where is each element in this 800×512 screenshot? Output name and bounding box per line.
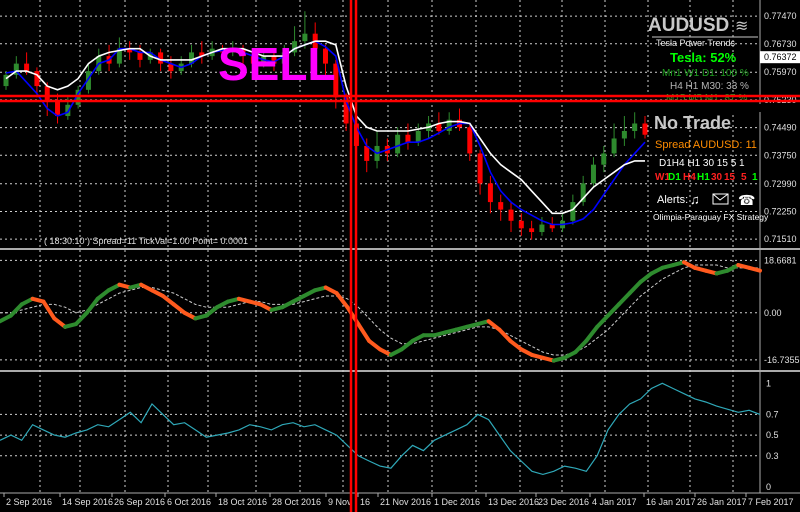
x-tick-label: 1 Dec 2016	[434, 497, 480, 507]
x-tick-label: 9 Nov	[328, 497, 352, 507]
x-tick-label: 28 Oct 2016	[272, 497, 321, 507]
y-tick-label: 0.7	[766, 409, 779, 419]
waves-icon: ≋	[735, 18, 748, 35]
x-tick-label: 26 Sep 2016	[114, 497, 165, 507]
candle-body	[395, 134, 401, 154]
y-tick-label: 0.72990	[764, 179, 797, 189]
candle-body	[405, 134, 411, 143]
candle-body	[590, 164, 596, 184]
symbol-title: AUDUSD	[648, 15, 729, 36]
y-tick-label: 0.77470	[764, 11, 797, 21]
candle-body	[24, 63, 30, 72]
candle-body	[518, 220, 524, 229]
y-tick-label: 0.75970	[764, 67, 797, 77]
tf-line-2: H4 H1 M30: 33 %	[670, 81, 749, 92]
tf-row-1: D1H4 H1 30 15 5 1	[659, 158, 745, 169]
x-tick-label: 4 Jan 2017	[592, 497, 637, 507]
y-tick-label: 0.74490	[764, 123, 797, 133]
y-tick-label: 0.76730	[764, 39, 797, 49]
phone-icon: ☎	[738, 192, 755, 208]
x-tick-label: 21 Nov 2016	[380, 497, 431, 507]
no-trade-label: No Trade	[654, 113, 731, 133]
tf-cell: 15	[724, 172, 736, 183]
panel-subtitle: Tesla Power Trends	[656, 38, 736, 48]
candle-body	[621, 130, 627, 139]
y-tick-label: 18.6681	[764, 255, 797, 265]
candle-body	[611, 138, 617, 154]
x-tick-label: 6 Oct 2016	[167, 497, 211, 507]
candle-body	[137, 52, 143, 60]
tf-cell: 5	[741, 172, 747, 183]
candle-body	[632, 123, 638, 131]
strategy-footer: Olimpia-Paraguay FX Strategy	[653, 212, 769, 222]
x-tick-label: 7 Feb 2017	[748, 497, 794, 507]
trading-chart[interactable]: 0.774700.767300.763720.759700.752300.744…	[0, 0, 800, 512]
tf-line-3: M15 M5 M1: 87 %	[666, 93, 747, 104]
candle-body	[467, 127, 473, 154]
candle-body	[570, 202, 576, 221]
tf-cell: D1	[668, 172, 681, 183]
alerts-label: Alerts:	[657, 194, 688, 206]
y-tick-label: 0.00	[764, 308, 782, 318]
status-line: ( 18:30:10 ) Spread=11 TickVal=1.00 Poin…	[44, 236, 248, 246]
x-tick-label: 16 Jan 2017	[646, 497, 696, 507]
y-tick-label: -16.7355	[764, 355, 800, 365]
y-tick-label: 0.5	[766, 430, 779, 440]
y-tick-label: 0.72250	[764, 206, 797, 216]
candle-body	[415, 130, 421, 143]
spread-label: Spread AUDUSD: 11	[655, 139, 757, 151]
tf-row-2: W1D1 H4 H1 30 15 5 1	[655, 172, 758, 183]
x-tick-label: 13 Dec 2016	[488, 497, 539, 507]
current-price-label: 0.76372	[764, 52, 797, 62]
x-tick-label: 18 Oct 2016	[218, 497, 267, 507]
candle-body	[487, 183, 493, 203]
candle-body	[601, 153, 607, 165]
x-tick-label: 2 Sep 2016	[6, 497, 52, 507]
trend-segment	[747, 265, 762, 273]
x-tick-label: 16	[360, 497, 370, 507]
candle-body	[498, 202, 504, 210]
tf-cell: H1	[697, 172, 710, 183]
tf-cell: H4	[683, 172, 696, 183]
x-tick-label: 14 Sep 2016	[62, 497, 113, 507]
y-tick-label: 0.71510	[764, 234, 797, 244]
y-tick-label: 0.73750	[764, 150, 797, 160]
tf-cell: 30	[711, 172, 723, 183]
candle-body	[477, 153, 483, 184]
candle-body	[529, 228, 535, 233]
x-tick-label: 23 Dec 2016	[538, 497, 589, 507]
candle-body	[508, 209, 514, 221]
sell-signal: SELL	[218, 38, 336, 90]
y-tick-label: 0.3	[766, 451, 779, 461]
tesla-percent: Tesla: 52%	[670, 50, 737, 65]
candle-body	[539, 224, 545, 233]
y-tick-label: 0	[766, 482, 771, 492]
y-tick-label: 1	[766, 378, 771, 388]
candle-body	[642, 123, 648, 135]
tf-line-1: Mn1 W1 D1: 100 %	[662, 68, 749, 79]
candle-body	[44, 86, 50, 102]
x-tick-label: 26 Jan 2017	[697, 497, 747, 507]
tf-cell: 1	[752, 172, 758, 183]
bell-icon: ♫	[690, 192, 700, 207]
